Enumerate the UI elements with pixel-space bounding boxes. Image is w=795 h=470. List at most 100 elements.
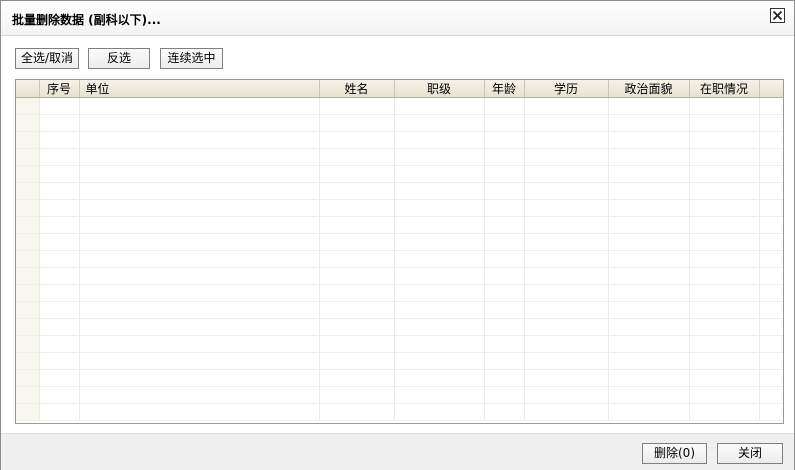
empty-grid-cell	[16, 182, 40, 200]
empty-grid-cell	[394, 182, 485, 200]
empty-grid-cell	[79, 114, 320, 132]
empty-grid-cell	[39, 267, 80, 285]
empty-grid-cell	[16, 216, 40, 234]
select-all-button[interactable]: 全选/取消	[15, 48, 79, 69]
empty-grid-cell	[608, 233, 690, 251]
column-header-select[interactable]	[16, 80, 40, 98]
empty-grid-cell	[759, 318, 783, 336]
empty-grid-cell	[608, 148, 690, 166]
empty-grid-cell	[484, 267, 525, 285]
empty-grid-cell	[689, 165, 760, 183]
empty-grid-cell	[319, 131, 395, 149]
empty-grid-cell	[39, 114, 80, 132]
empty-grid-cell	[394, 216, 485, 234]
empty-grid-cell	[759, 97, 783, 115]
close-icon[interactable]	[770, 8, 785, 23]
empty-grid-cell	[759, 352, 783, 370]
empty-grid-cell	[394, 199, 485, 217]
empty-grid-cell	[484, 386, 525, 404]
invert-selection-button[interactable]: 反选	[88, 48, 150, 69]
empty-grid-row	[16, 148, 783, 166]
empty-grid-cell	[319, 318, 395, 336]
delete-button[interactable]: 删除(0)	[642, 443, 707, 464]
empty-grid-cell	[16, 114, 40, 132]
empty-grid-cell	[319, 335, 395, 353]
empty-grid-cell	[79, 182, 320, 200]
empty-grid-cell	[16, 97, 40, 115]
empty-grid-cell	[39, 233, 80, 251]
empty-grid-cell	[484, 97, 525, 115]
column-header-age[interactable]: 年龄	[484, 80, 525, 98]
column-header-index[interactable]: 序号	[39, 80, 80, 98]
empty-grid-cell	[759, 233, 783, 251]
empty-grid-cell	[484, 148, 525, 166]
empty-grid-cell	[484, 233, 525, 251]
column-header-unit[interactable]: 单位	[79, 80, 320, 98]
empty-grid-cell	[39, 403, 80, 421]
empty-grid-cell	[524, 403, 609, 421]
empty-grid-cell	[484, 318, 525, 336]
empty-grid-row	[16, 267, 783, 285]
empty-grid-row	[16, 250, 783, 268]
empty-grid-row	[16, 335, 783, 353]
column-header-education[interactable]: 学历	[524, 80, 609, 98]
empty-grid-row	[16, 97, 783, 115]
empty-grid-cell	[16, 131, 40, 149]
empty-grid-cell	[524, 114, 609, 132]
data-grid[interactable]: 序号 单位 姓名 职级 年龄 学历 政治面貌 在职情况	[15, 79, 784, 424]
empty-grid-cell	[39, 148, 80, 166]
empty-grid-cell	[524, 148, 609, 166]
empty-grid-cell	[79, 318, 320, 336]
empty-grid-cell	[524, 284, 609, 302]
empty-grid-cell	[394, 386, 485, 404]
empty-grid-cell	[524, 267, 609, 285]
column-header-rank[interactable]: 职级	[394, 80, 485, 98]
continuous-select-button[interactable]: 连续选中	[160, 48, 223, 69]
empty-grid-cell	[319, 114, 395, 132]
empty-grid-cell	[608, 199, 690, 217]
empty-grid-cell	[39, 165, 80, 183]
empty-grid-cell	[759, 199, 783, 217]
empty-grid-cell	[759, 165, 783, 183]
empty-grid-cell	[16, 352, 40, 370]
empty-grid-cell	[484, 199, 525, 217]
empty-grid-cell	[394, 352, 485, 370]
title-bar: 批量删除数据 (副科以下)...	[1, 1, 794, 36]
empty-grid-cell	[319, 148, 395, 166]
column-header-name[interactable]: 姓名	[319, 80, 395, 98]
grid-header-row: 序号 单位 姓名 职级 年龄 学历 政治面貌 在职情况	[16, 80, 783, 98]
empty-grid-cell	[319, 284, 395, 302]
column-header-filler	[759, 80, 783, 98]
empty-grid-cell	[79, 352, 320, 370]
empty-grid-row	[16, 284, 783, 302]
empty-grid-cell	[319, 97, 395, 115]
empty-grid-cell	[319, 369, 395, 387]
empty-grid-cell	[319, 233, 395, 251]
empty-grid-cell	[689, 199, 760, 217]
empty-grid-cell	[759, 301, 783, 319]
empty-grid-cell	[689, 182, 760, 200]
empty-grid-cell	[484, 369, 525, 387]
empty-grid-cell	[608, 114, 690, 132]
empty-grid-cell	[759, 148, 783, 166]
empty-grid-cell	[689, 403, 760, 421]
empty-grid-cell	[608, 131, 690, 149]
empty-grid-cell	[16, 284, 40, 302]
empty-grid-cell	[759, 386, 783, 404]
empty-grid-cell	[484, 352, 525, 370]
empty-grid-cell	[79, 148, 320, 166]
close-button[interactable]: 关闭	[717, 443, 783, 464]
empty-grid-cell	[39, 97, 80, 115]
column-header-employment-status[interactable]: 在职情况	[689, 80, 760, 98]
empty-grid-cell	[39, 318, 80, 336]
empty-grid-row	[16, 216, 783, 234]
empty-grid-row	[16, 165, 783, 183]
empty-grid-row	[16, 131, 783, 149]
empty-grid-cell	[689, 335, 760, 353]
empty-grid-cell	[759, 216, 783, 234]
empty-grid-cell	[524, 165, 609, 183]
empty-grid-cell	[79, 284, 320, 302]
empty-grid-cell	[79, 199, 320, 217]
empty-grid-cell	[524, 233, 609, 251]
column-header-political-status[interactable]: 政治面貌	[608, 80, 690, 98]
